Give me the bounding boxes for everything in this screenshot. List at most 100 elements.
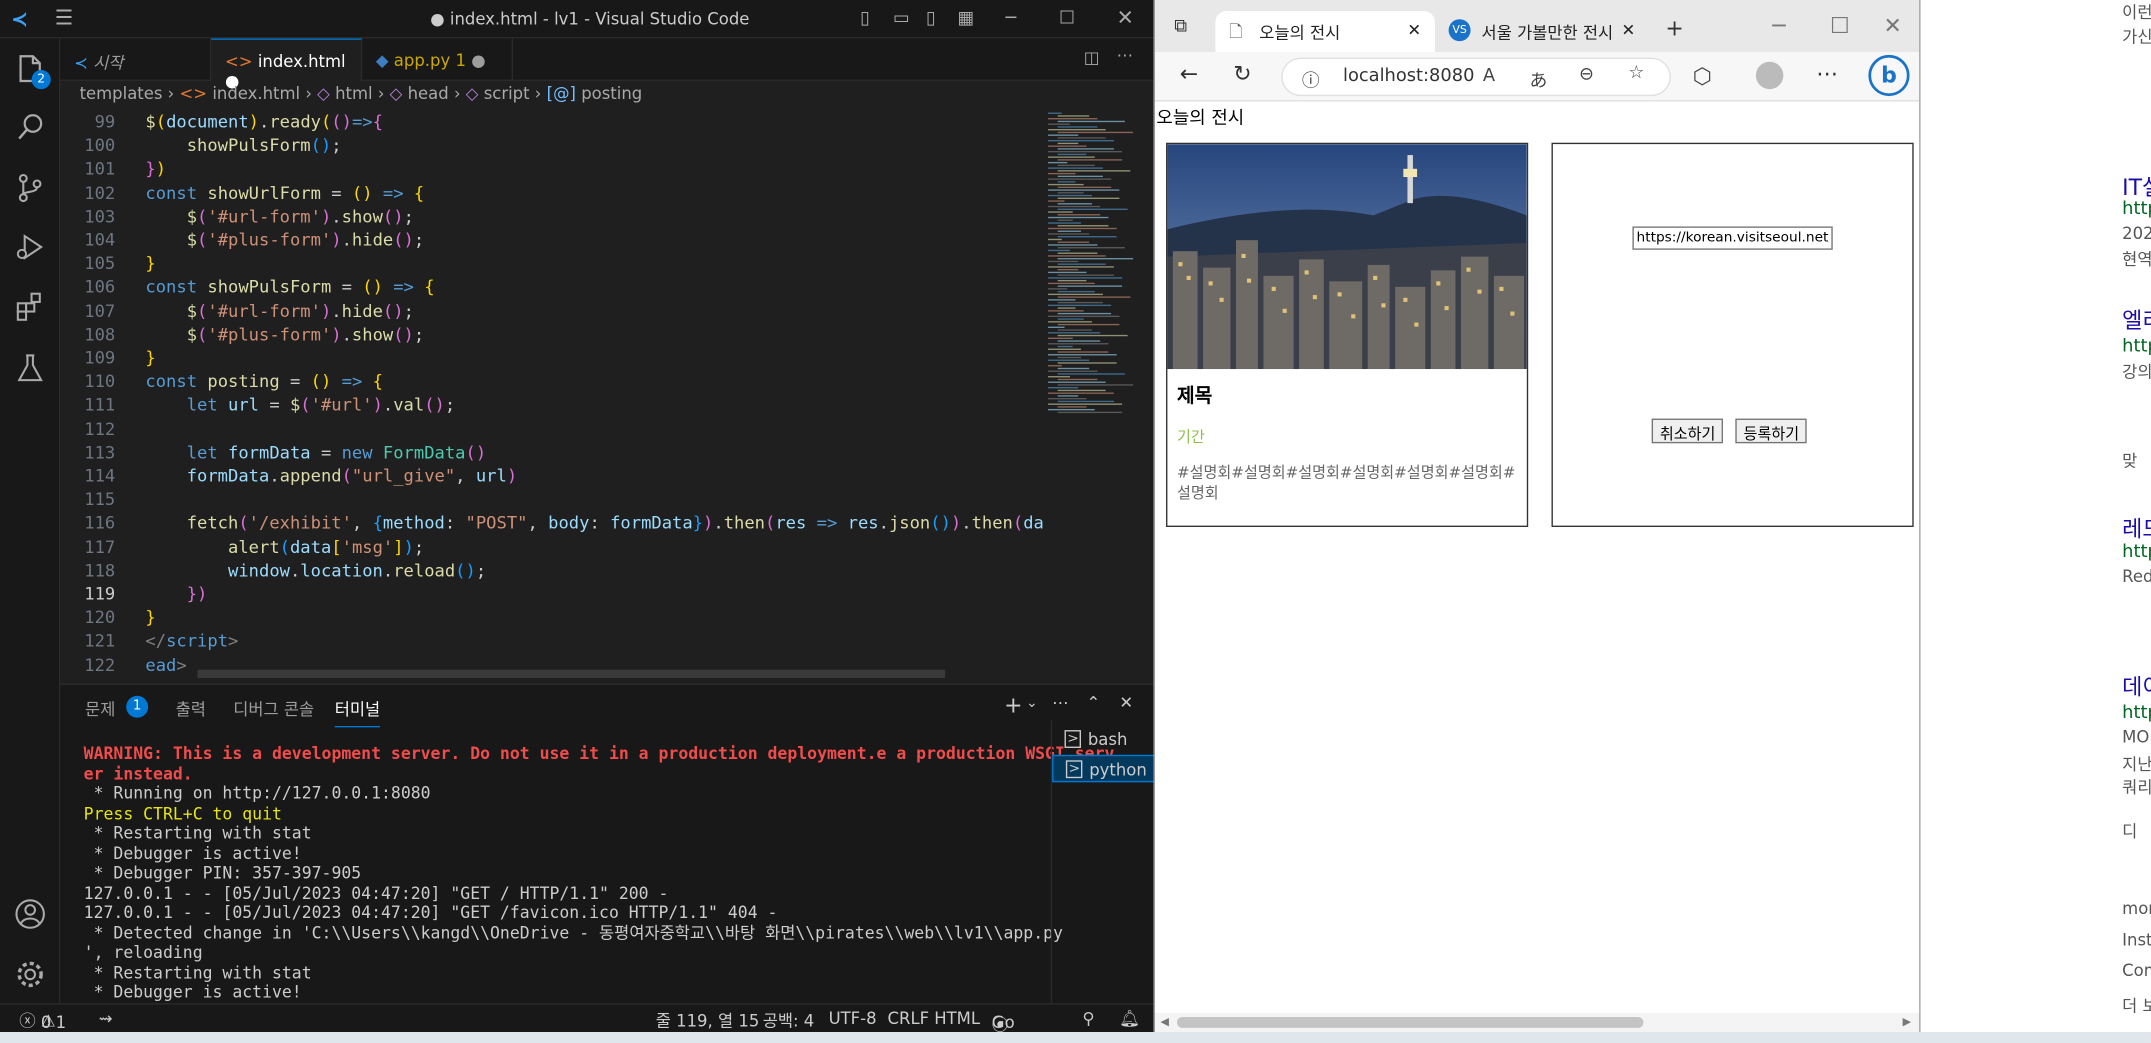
minimap-line: [1048, 150, 1123, 153]
browser-window: ⧉ 🗋︎ 오늘의 전시 ✕ VS 서울 가볼만한 전시회 ✕ + ─ ☐ ✕ ←…: [1153, 0, 1921, 1033]
tab-debug-console[interactable]: 디버그 콘솔: [233, 697, 314, 720]
tab-output[interactable]: 출력: [176, 697, 206, 720]
line-ending[interactable]: CRLF: [888, 1009, 930, 1028]
search-icon[interactable]: [14, 111, 47, 144]
minimap-line: [1048, 227, 1117, 230]
address-field[interactable]: ⓘ localhost:8080 A あ ⊖ ☆: [1281, 57, 1671, 97]
translate-icon[interactable]: あ: [1530, 66, 1548, 92]
breadcrumb-item[interactable]: head: [408, 84, 449, 103]
maximize-icon[interactable]: ☐: [1059, 8, 1075, 29]
python-file-icon: ◆: [375, 50, 389, 70]
minimap-line: [1057, 279, 1087, 282]
extensions-icon[interactable]: ⬡: [1693, 63, 1712, 89]
source-control-icon[interactable]: [14, 172, 47, 205]
minimap-line: [1057, 329, 1092, 331]
more-actions-icon[interactable]: ⋯: [1052, 693, 1068, 712]
customize-layout-icon[interactable]: ▦: [958, 8, 975, 29]
browser-tab-active[interactable]: 🗋︎ 오늘의 전시 ✕: [1215, 10, 1435, 53]
more-actions-icon[interactable]: ⋯: [1117, 45, 1133, 64]
problems-status[interactable]: ⓧ 0 ⚠ 1: [19, 1009, 66, 1032]
terminal-item-python[interactable]: > python: [1052, 754, 1156, 783]
tab-welcome[interactable]: ≺ 시작: [60, 38, 212, 81]
feedback-icon[interactable]: ⚲: [1082, 1009, 1094, 1028]
tab-problems[interactable]: 문제: [85, 697, 115, 720]
terminal-item-bash[interactable]: > bash: [1052, 726, 1155, 753]
toggle-secondary-sidebar-icon[interactable]: ▯: [926, 8, 936, 29]
minimap-line: [1057, 126, 1098, 128]
url-input[interactable]: [1632, 226, 1833, 250]
site-info-icon[interactable]: ⓘ: [1302, 66, 1320, 92]
maximize-panel-icon[interactable]: ⌃: [1086, 693, 1100, 712]
read-aloud-icon[interactable]: A: [1483, 66, 1495, 87]
scrollbar-thumb[interactable]: [1177, 1016, 1644, 1028]
zoom-out-icon[interactable]: ⊖: [1579, 65, 1594, 86]
breadcrumb-item[interactable]: posting: [581, 84, 642, 103]
language-mode[interactable]: HTML: [934, 1009, 980, 1028]
remote-icon[interactable]: ⇝: [99, 1009, 113, 1028]
back-arrow-icon[interactable]: ←: [1180, 60, 1198, 86]
terminal-output[interactable]: WARNING: This is a development server. D…: [84, 744, 1115, 1003]
tab-app-py[interactable]: ◆ app.py 1 ●: [362, 38, 514, 81]
tab-terminal[interactable]: 터미널: [334, 697, 381, 728]
encoding[interactable]: UTF-8: [829, 1009, 877, 1028]
new-terminal-icon[interactable]: +: [1004, 692, 1022, 718]
maximize-icon[interactable]: ☐: [1830, 12, 1850, 38]
minimap-line: [1048, 354, 1117, 356]
close-tab-icon[interactable]: ✕: [1407, 21, 1421, 40]
indentation[interactable]: 공백: 4: [763, 1009, 815, 1032]
exhibit-card[interactable]: 제목 기간 #설명회#설명회#설명회#설명회#설명회#설명회#설명회: [1166, 142, 1529, 528]
profile-avatar[interactable]: [1755, 61, 1784, 90]
breadcrumb-item[interactable]: script: [484, 84, 530, 103]
breadcrumb-item[interactable]: templates: [80, 84, 163, 103]
minimize-icon[interactable]: ─: [1772, 12, 1785, 38]
run-debug-icon[interactable]: [14, 231, 47, 264]
cursor-position[interactable]: 줄 119, 열 15: [656, 1009, 760, 1032]
minimap[interactable]: [1043, 110, 1145, 681]
toggle-sidebar-icon[interactable]: ▯: [860, 8, 870, 29]
background-text-fragment: 현역: [2122, 249, 2151, 269]
page-heading: 오늘의 전시: [1156, 108, 1245, 130]
background-text-fragment: http: [2122, 336, 2151, 357]
tab-actions-icon[interactable]: ⧉: [1174, 16, 1187, 37]
extensions-icon[interactable]: [14, 291, 47, 324]
minimap-line: [1057, 225, 1109, 227]
chevron-down-icon[interactable]: ⌄: [1026, 696, 1038, 711]
settings-gear-icon[interactable]: [14, 958, 47, 991]
toggle-panel-icon[interactable]: ▭: [893, 8, 910, 29]
web-page: 오늘의 전시 제목 기간 #설명회#설명회#설명회#설명회#설명회#설명회#설명…: [1155, 101, 1920, 1013]
refresh-icon[interactable]: ↻: [1233, 60, 1251, 86]
minimap-line: [1057, 378, 1098, 381]
split-editor-icon[interactable]: ◫: [1084, 48, 1100, 67]
browser-tab[interactable]: VS 서울 가볼만한 전시회 ✕: [1438, 10, 1655, 53]
close-panel-icon[interactable]: ✕: [1119, 693, 1133, 712]
menu-icon[interactable]: ☰: [55, 5, 73, 30]
tab-index-html[interactable]: <> index.html ●: [211, 38, 363, 91]
new-tab-icon[interactable]: +: [1665, 15, 1683, 41]
testing-icon[interactable]: [14, 351, 47, 384]
vscode-logo-icon: ≺: [10, 6, 29, 32]
card-description: #설명회#설명회#설명회#설명회#설명회#설명회#설명회: [1177, 463, 1516, 503]
minimize-icon[interactable]: ─: [1006, 8, 1017, 29]
register-button[interactable]: 등록하기: [1735, 418, 1808, 444]
breadcrumb-item[interactable]: index.html: [212, 84, 300, 103]
favorite-star-icon[interactable]: ☆: [1628, 63, 1644, 84]
code-editor[interactable]: 99 100 101 102 103 104 105 106 107 108 109 110 111 11…: [60, 109, 1154, 681]
code-content[interactable]: $(document).ready(()=>{ showPulsForm(); …: [145, 110, 1105, 677]
seoul-cityscape-image: [1167, 144, 1527, 370]
line-number: 105: [84, 252, 116, 274]
minimap-line: [1048, 244, 1098, 246]
account-icon[interactable]: [14, 898, 47, 931]
breadcrumb-item[interactable]: html: [335, 84, 373, 103]
notifications-bell-icon[interactable]: 🔔︎: [1119, 1009, 1140, 1028]
close-tab-icon[interactable]: ✕: [1613, 10, 1655, 53]
editor-horizontal-scrollbar[interactable]: [197, 669, 946, 678]
page-horizontal-scrollbar[interactable]: ◀ ▶: [1155, 1012, 1920, 1033]
close-icon[interactable]: ✕: [1117, 5, 1134, 30]
scroll-left-icon[interactable]: ◀: [1161, 1016, 1169, 1028]
scroll-right-icon[interactable]: ▶: [1903, 1016, 1911, 1028]
settings-more-icon[interactable]: ⋯: [1816, 60, 1838, 86]
bing-copilot-icon[interactable]: b: [1868, 54, 1910, 97]
cancel-button[interactable]: 취소하기: [1651, 418, 1724, 444]
close-icon[interactable]: ✕: [1883, 12, 1901, 38]
line-number: 107: [84, 299, 116, 321]
